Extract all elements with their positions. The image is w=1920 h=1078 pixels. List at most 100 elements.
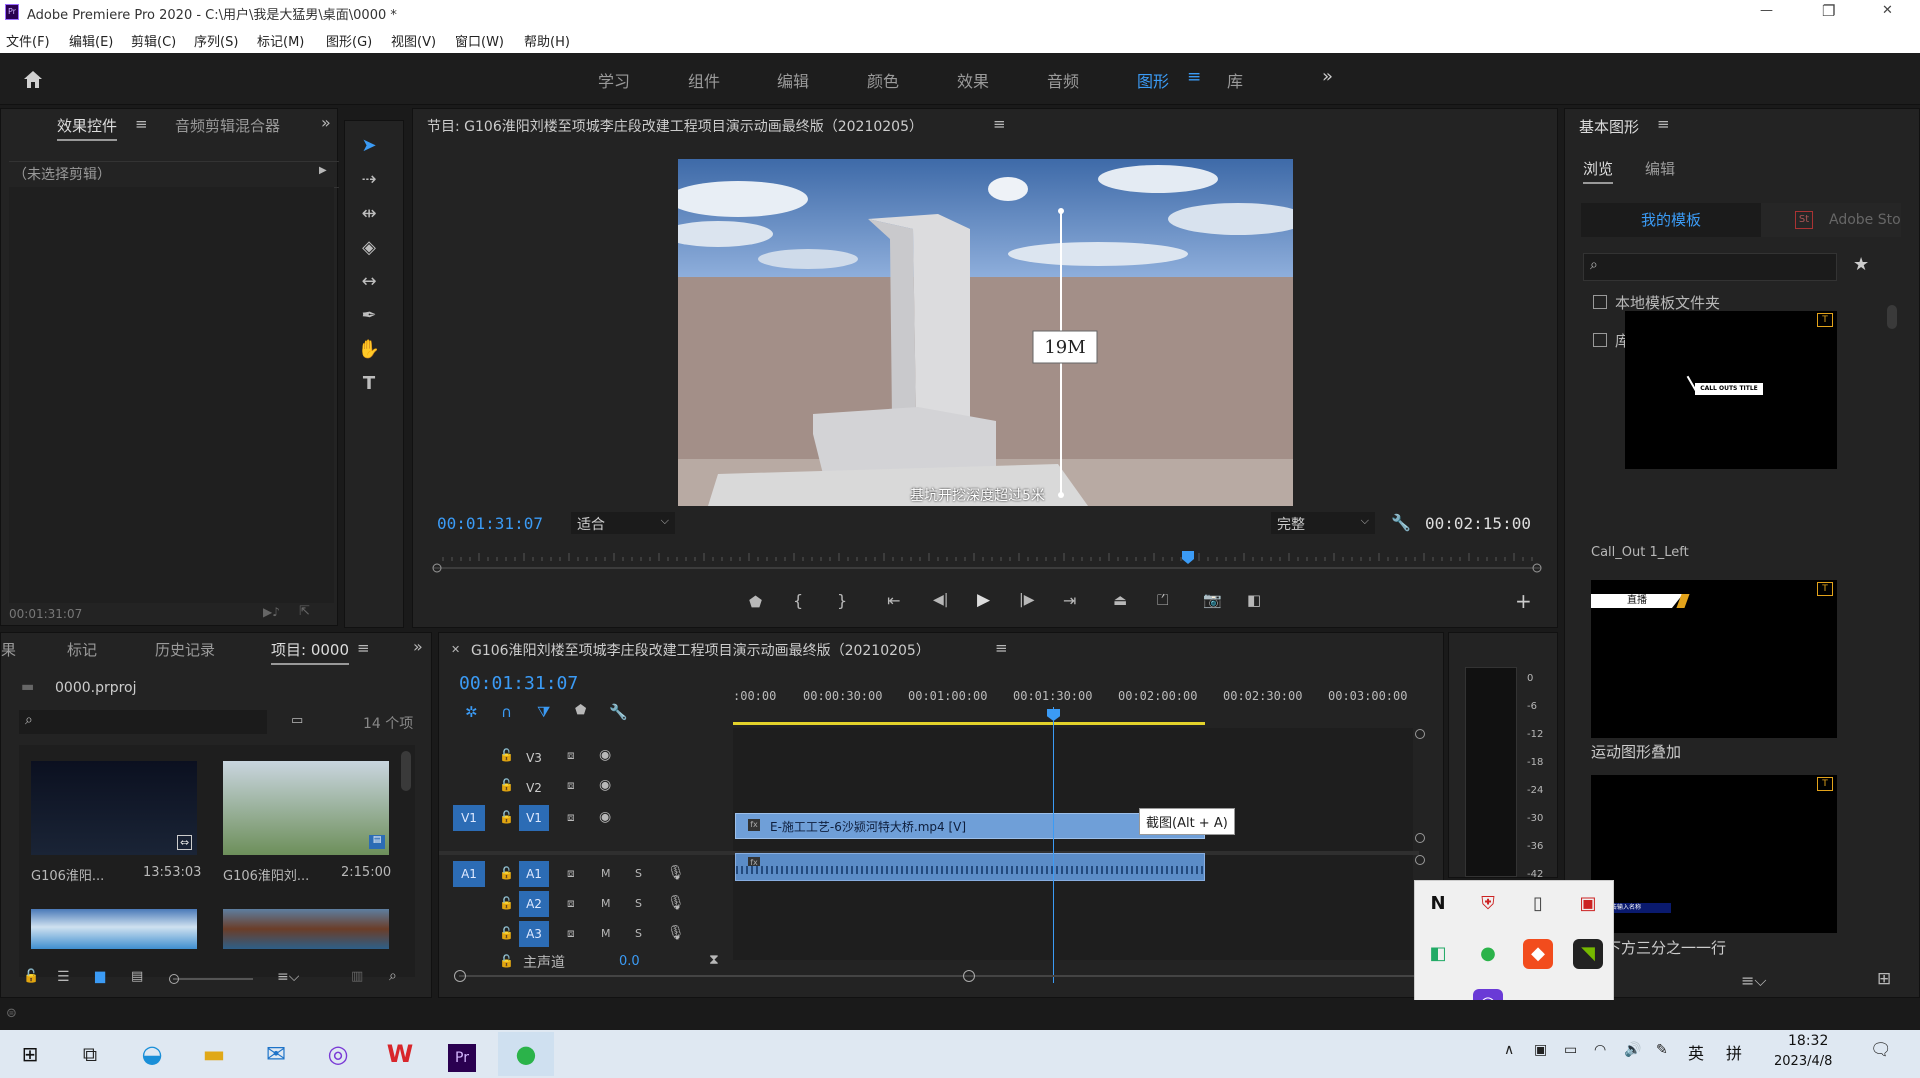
workspace-libraries[interactable]: 库 — [1227, 68, 1243, 92]
play-only-audio-icon[interactable]: ▶♪ — [263, 605, 280, 619]
comparison-view-icon[interactable]: ◧ — [1247, 591, 1261, 609]
timeline-timecode[interactable]: 00:01:31:07 — [459, 673, 578, 694]
expand-arrow-icon[interactable]: ▶ — [319, 165, 327, 176]
go-to-end-icon[interactable]: ⧗ — [709, 952, 719, 968]
minimize-button[interactable]: — — [1760, 3, 1773, 18]
track-label-a3[interactable]: A3 — [519, 921, 549, 947]
step-back-icon[interactable]: ◀| — [933, 592, 948, 608]
new-bin-icon[interactable]: ▭ — [291, 713, 303, 728]
track-label-v2[interactable]: V2 — [515, 775, 553, 801]
menu-graphics[interactable]: 图形(G) — [326, 31, 372, 50]
tab-effects-partial[interactable]: 果 — [1, 639, 16, 660]
egp-menu-icon[interactable]: ≡ — [1657, 115, 1670, 133]
button-editor-plus-icon[interactable]: + — [1515, 589, 1532, 613]
linked-selection-icon[interactable]: ⧩ — [537, 703, 550, 721]
volume-icon[interactable]: 🔊 — [1624, 1042, 1641, 1058]
mute-button[interactable]: M — [601, 927, 611, 940]
show-hidden-icons-icon[interactable]: ∧ — [1504, 1042, 1514, 1058]
tray-wechat-icon[interactable]: ● — [1473, 939, 1503, 969]
toggle-sync-icon[interactable]: ⧈ — [567, 778, 575, 793]
sort-icon[interactable]: ≡⌵ — [277, 969, 299, 985]
go-to-out-icon[interactable]: ⇥ — [1063, 591, 1076, 610]
start-windows-icon[interactable]: ⊞ — [8, 1032, 52, 1076]
list-view-icon[interactable]: ☰ — [57, 969, 70, 985]
microphone-icon[interactable]: 🎙 — [667, 925, 685, 941]
toggle-sync-icon[interactable]: ⧈ — [567, 896, 575, 911]
tray-network-icon[interactable]: ◧ — [1423, 939, 1453, 969]
tray-icon-1[interactable]: ▣ — [1534, 1042, 1547, 1058]
slip-tool-icon[interactable]: ↔ — [353, 267, 385, 297]
file-explorer-icon[interactable]: ▬ — [192, 1032, 236, 1076]
find-icon[interactable]: ⌕ — [389, 968, 397, 984]
tab-project[interactable]: 项目: 0000 — [271, 639, 349, 665]
wechat-taskbar-icon[interactable]: ● — [498, 1032, 554, 1076]
tab-edit[interactable]: 编辑 — [1645, 158, 1675, 179]
solo-button[interactable]: S — [635, 897, 642, 910]
selection-tool-icon[interactable]: ➤ — [353, 131, 385, 161]
track-label-v3[interactable]: V3 — [515, 745, 553, 771]
zoom-slider[interactable] — [169, 974, 253, 984]
mute-button[interactable]: M — [601, 897, 611, 910]
vscroll-handle[interactable] — [1415, 729, 1425, 739]
menu-view[interactable]: 视图(V) — [391, 31, 436, 50]
mark-out-icon[interactable]: } — [837, 591, 847, 610]
template-thumb-motion-overlay[interactable]: 直播 T — [1591, 580, 1837, 738]
my-templates-tab[interactable]: 我的模板 — [1581, 203, 1761, 237]
close-sequence-icon[interactable]: ✕ — [451, 643, 460, 656]
fit-dropdown[interactable]: 适合 ⌵ — [571, 512, 675, 534]
add-marker-icon[interactable]: ⬟ — [575, 703, 586, 718]
adobe-stock-tab[interactable]: St Adobe Sto — [1761, 203, 1901, 237]
menu-edit[interactable]: 编辑(E) — [69, 31, 113, 50]
media-thumb-2[interactable]: ▤ — [223, 761, 389, 855]
eye-icon[interactable]: ◉ — [599, 777, 611, 793]
audio-clip[interactable]: fx — [735, 853, 1205, 881]
lock-icon[interactable]: 🔓 — [23, 969, 39, 984]
tray-app-n-icon[interactable]: N — [1423, 889, 1453, 919]
program-current-timecode[interactable]: 00:01:31:07 — [437, 514, 543, 533]
tray-app-icon[interactable]: ▣ — [1573, 889, 1603, 919]
pen-icon[interactable]: ✎ — [1656, 1042, 1668, 1058]
workspace-assembly[interactable]: 组件 — [688, 68, 720, 92]
tab-effect-controls[interactable]: 效果控件 — [57, 115, 118, 141]
workspace-audio[interactable]: 音频 — [1047, 68, 1079, 92]
timeline-menu-icon[interactable]: ≡ — [995, 639, 1008, 657]
edge-browser-icon[interactable]: ◒ — [130, 1032, 174, 1076]
media-thumb-4[interactable] — [223, 909, 389, 949]
snap-magnet-icon[interactable]: ∩ — [501, 703, 512, 721]
project-scrollbar[interactable] — [401, 751, 411, 791]
lock-track-icon[interactable]: 🔓 — [499, 926, 514, 940]
playhead-handle[interactable] — [1047, 709, 1060, 721]
notifications-icon[interactable]: 🗨 — [1870, 1040, 1892, 1060]
type-tool-icon[interactable]: T — [353, 369, 385, 399]
input-language[interactable]: 英 — [1688, 1040, 1704, 1064]
add-marker-icon[interactable]: ⬟ — [749, 593, 762, 611]
mail-icon[interactable]: ✉ — [254, 1032, 298, 1076]
favorites-star-icon[interactable]: ★ — [1853, 254, 1869, 275]
premiere-taskbar-icon[interactable]: Pr — [440, 1032, 484, 1076]
local-templates-checkbox[interactable] — [1593, 295, 1607, 309]
tray-security-icon[interactable]: ⛨ — [1473, 889, 1503, 919]
workspace-color[interactable]: 颜色 — [867, 68, 899, 92]
clock-date[interactable]: 2023/4/8 — [1774, 1054, 1832, 1069]
lock-track-icon[interactable]: 🔓 — [499, 896, 514, 910]
lock-track-icon[interactable]: 🔓 — [499, 954, 514, 968]
project-search-input[interactable]: ⌕ — [19, 710, 267, 734]
source-patch-a1[interactable]: A1 — [453, 861, 485, 887]
template-thumb-lower-third[interactable]: 点击输入名称 T — [1591, 775, 1837, 933]
track-label-a1[interactable]: A1 — [519, 861, 549, 887]
library-checkbox[interactable] — [1593, 333, 1607, 347]
ime-mode[interactable]: 拼 — [1726, 1040, 1742, 1064]
microphone-icon[interactable]: 🎙 — [667, 895, 685, 911]
home-icon[interactable] — [22, 69, 44, 89]
timeline-settings-icon[interactable]: 🔧 — [609, 703, 628, 721]
hscroll-handle[interactable] — [963, 970, 975, 982]
lock-track-icon[interactable]: 🔓 — [499, 748, 514, 762]
work-area-bar[interactable] — [733, 722, 1205, 725]
program-scrubber[interactable] — [431, 547, 1543, 575]
media-thumb-1[interactable]: ⇔ — [31, 761, 197, 855]
extract-icon[interactable]: ⏍ — [1157, 591, 1168, 609]
settings-wrench-icon[interactable]: 🔧 — [1391, 513, 1411, 532]
more-workspaces-icon[interactable]: » — [1322, 66, 1333, 87]
icon-view-icon[interactable]: ▆ — [95, 969, 105, 984]
lock-track-icon[interactable]: 🔓 — [499, 778, 514, 792]
